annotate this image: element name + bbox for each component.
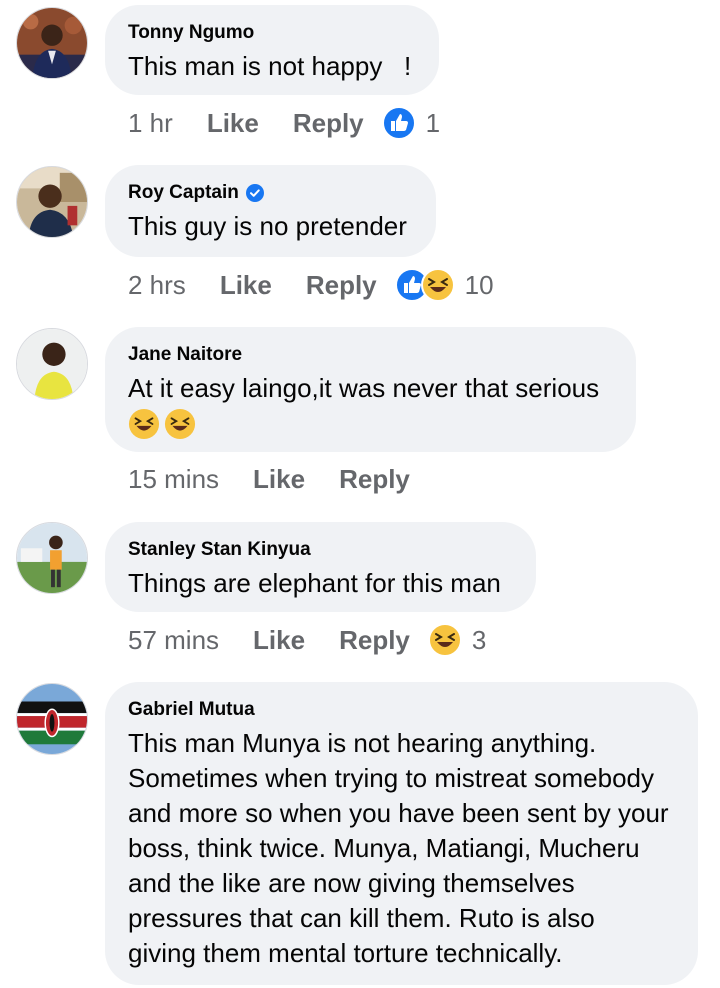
reply-button[interactable]: Reply: [293, 108, 364, 139]
like-button[interactable]: Like: [220, 270, 272, 301]
reaction-count: 1: [425, 107, 441, 138]
author-name[interactable]: Roy Captain: [128, 181, 239, 205]
reply-button[interactable]: Reply: [339, 625, 410, 656]
avatar[interactable]: [16, 328, 88, 400]
timestamp[interactable]: 15 mins: [128, 464, 219, 495]
comment-bubble: Stanley Stan Kinyua Things are elephant …: [105, 522, 536, 612]
emoji-row: [128, 408, 613, 440]
reaction-summary[interactable]: 3: [427, 623, 487, 657]
avatar[interactable]: [16, 683, 88, 755]
avatar[interactable]: [16, 522, 88, 594]
comment-actions: 1 hr Like Reply 1: [128, 106, 440, 140]
like-button[interactable]: Like: [253, 625, 305, 656]
comment-bubble: Tonny Ngumo This man is not happy !: [105, 5, 439, 95]
comment-bubble: Roy Captain This guy is no pretender: [105, 165, 436, 257]
author-name[interactable]: Stanley Stan Kinyua: [128, 538, 513, 562]
laughing-emoji-icon: [164, 408, 196, 440]
like-icon: [381, 106, 416, 140]
verified-badge-icon: [245, 184, 264, 202]
comment-text: This guy is no pretender: [128, 211, 407, 241]
comment-actions: 15 mins Like Reply: [128, 464, 410, 495]
comment-text: This man Munya is not hearing anything. …: [128, 728, 669, 968]
comment-actions: 57 mins Like Reply 3: [128, 623, 486, 657]
reaction-count: 10: [464, 269, 494, 300]
like-button[interactable]: Like: [207, 108, 259, 139]
reply-button[interactable]: Reply: [339, 464, 410, 495]
comment-text: This man is not happy !: [128, 51, 412, 81]
comment-actions: 2 hrs Like Reply 10: [128, 268, 494, 302]
comment-bubble: Jane Naitore At it easy laingo,it was ne…: [105, 327, 636, 452]
laughing-emoji-icon: [128, 408, 160, 440]
author-name[interactable]: Tonny Ngumo: [128, 21, 416, 45]
like-button[interactable]: Like: [253, 464, 305, 495]
author-name-row: Roy Captain: [128, 181, 413, 205]
timestamp[interactable]: 1 hr: [128, 108, 173, 139]
avatar[interactable]: [16, 166, 88, 238]
comment-text: Things are elephant for this man: [128, 568, 501, 598]
reaction-summary[interactable]: 1: [381, 106, 441, 140]
reaction-summary[interactable]: 10: [394, 268, 494, 302]
reply-button[interactable]: Reply: [306, 270, 377, 301]
author-name[interactable]: Jane Naitore: [128, 343, 613, 367]
timestamp[interactable]: 2 hrs: [128, 270, 186, 301]
haha-icon: [427, 623, 462, 657]
author-name[interactable]: Gabriel Mutua: [128, 698, 675, 722]
timestamp[interactable]: 57 mins: [128, 625, 219, 656]
comment-bubble: Gabriel Mutua This man Munya is not hear…: [105, 682, 698, 985]
comment-text: At it easy laingo,it was never that seri…: [128, 373, 600, 403]
avatar[interactable]: [16, 7, 88, 79]
haha-icon: [420, 268, 455, 302]
reaction-count: 3: [471, 624, 487, 655]
